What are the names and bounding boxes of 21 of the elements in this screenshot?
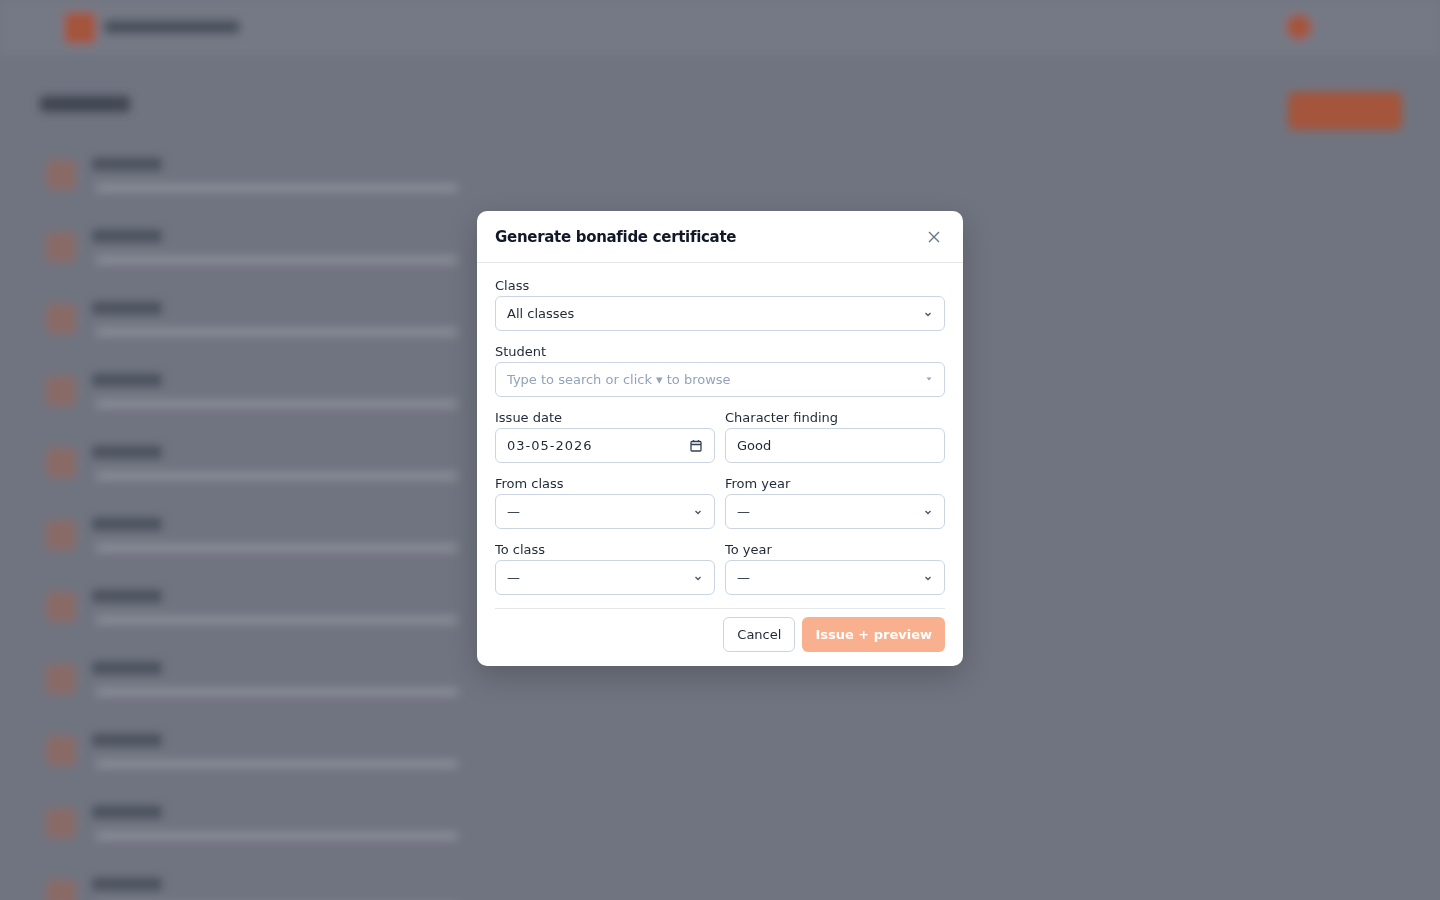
select-field[interactable]: All classes	[495, 296, 945, 331]
field-label: From year	[725, 476, 792, 492]
select-field[interactable]: —	[725, 494, 945, 529]
field-label: Character finding	[725, 410, 840, 426]
cancel-button[interactable]: Cancel	[723, 617, 796, 652]
date-field[interactable]: 03-05-2026	[495, 428, 715, 463]
field-label: Student	[495, 344, 548, 360]
field-label: To year	[725, 542, 773, 558]
select-field[interactable]: —	[495, 560, 715, 595]
calendar-icon	[689, 438, 703, 453]
student-search-field[interactable]: Type to search or click ▾ to browse	[495, 362, 945, 397]
text-field[interactable]: Good	[725, 428, 945, 463]
close-icon	[927, 229, 941, 244]
select-field[interactable]: —	[725, 560, 945, 595]
dialog-title: Generate bonafide certificate	[495, 227, 737, 246]
caret-icon	[925, 375, 933, 383]
field-label: Issue date	[495, 410, 564, 426]
field-label: From class	[495, 476, 565, 492]
field-label: Class	[495, 278, 531, 294]
select-field[interactable]: —	[495, 494, 715, 529]
field-label: To class	[495, 542, 547, 558]
